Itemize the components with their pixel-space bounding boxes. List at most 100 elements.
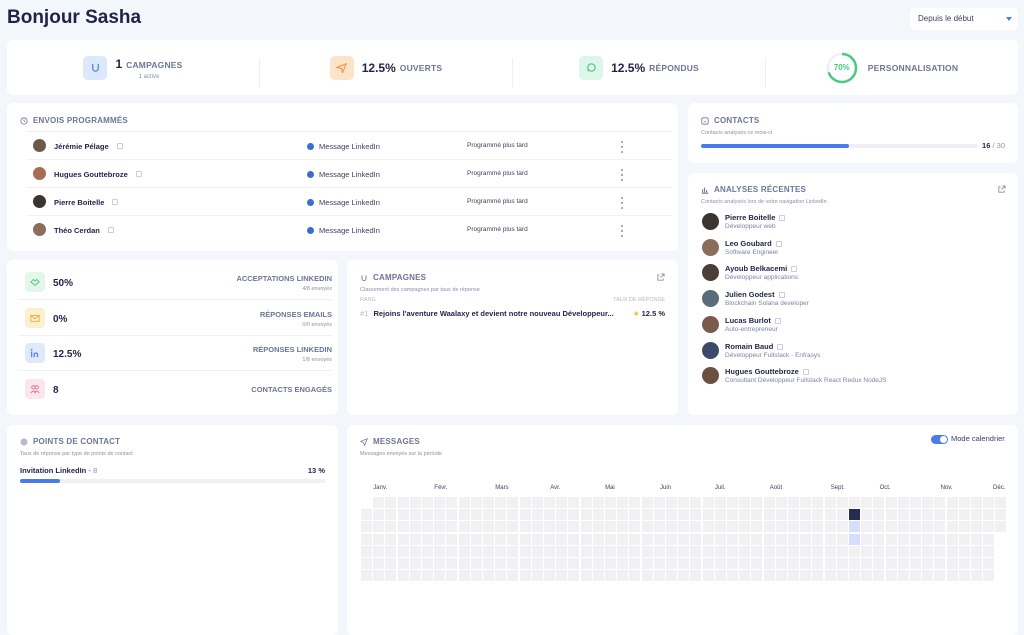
calendar-day-cell[interactable] [971, 533, 982, 545]
calendar-day-cell[interactable] [641, 558, 653, 569]
calendar-day-cell[interactable] [897, 497, 909, 508]
calendar-day-cell[interactable] [678, 497, 690, 508]
calendar-day-cell[interactable] [397, 533, 409, 545]
calendar-day-cell[interactable] [727, 558, 738, 569]
calendar-day-cell[interactable] [422, 521, 433, 533]
calendar-day-cell[interactable] [922, 521, 934, 533]
calendar-day-cell[interactable] [885, 533, 897, 545]
calendar-day-cell[interactable] [373, 509, 385, 521]
external-link-icon[interactable] [791, 266, 798, 273]
calendar-day-cell[interactable] [690, 545, 702, 557]
calendar-day-cell[interactable] [983, 521, 995, 533]
calendar-day-cell[interactable] [446, 545, 458, 557]
calendar-day-cell[interactable] [702, 533, 714, 545]
calendar-day-cell[interactable] [775, 570, 787, 582]
calendar-day-cell[interactable] [666, 521, 677, 533]
external-link-icon[interactable] [656, 273, 665, 282]
more-options-icon[interactable] [620, 169, 624, 181]
calendar-day-cell[interactable] [958, 570, 970, 582]
calendar-day-cell[interactable] [556, 545, 568, 557]
calendar-day-cell[interactable] [580, 533, 592, 545]
external-link-icon[interactable] [108, 227, 114, 233]
calendar-day-cell[interactable] [592, 509, 604, 521]
calendar-day-cell[interactable] [763, 497, 775, 508]
calendar-day-cell[interactable] [763, 509, 775, 521]
calendar-day-cell[interactable] [470, 533, 482, 545]
calendar-day-cell[interactable] [897, 533, 909, 545]
calendar-day-cell[interactable] [946, 558, 958, 569]
calendar-day-cell[interactable] [373, 570, 385, 582]
contact-name[interactable]: Hugues Gouttebroze [725, 367, 799, 376]
calendar-day-cell[interactable] [434, 558, 446, 569]
calendar-day-cell[interactable] [446, 509, 458, 521]
calendar-day-cell[interactable] [690, 497, 702, 508]
calendar-day-cell[interactable] [519, 521, 531, 533]
more-options-icon[interactable] [620, 141, 624, 153]
calendar-day-cell[interactable] [641, 533, 653, 545]
calendar-day-cell[interactable] [727, 533, 738, 545]
calendar-day-cell[interactable] [934, 570, 946, 582]
calendar-day-cell[interactable] [849, 533, 860, 545]
calendar-day-cell[interactable] [568, 497, 580, 508]
calendar-day-cell[interactable] [446, 521, 458, 533]
calendar-day-cell[interactable] [605, 533, 616, 545]
calendar-day-cell[interactable] [507, 545, 519, 557]
calendar-day-cell[interactable] [812, 497, 824, 508]
calendar-day-cell[interactable] [800, 545, 812, 557]
contact-name[interactable]: Pierre Boitelle [725, 213, 775, 222]
contact-name[interactable]: Théo Cerdan [54, 226, 100, 235]
calendar-day-cell[interactable] [775, 533, 787, 545]
external-link-icon[interactable] [775, 240, 782, 247]
calendar-day-cell[interactable] [836, 497, 848, 508]
calendar-day-cell[interactable] [922, 570, 934, 582]
calendar-day-cell[interactable] [751, 570, 763, 582]
calendar-day-cell[interactable] [373, 558, 385, 569]
calendar-day-cell[interactable] [836, 521, 848, 533]
calendar-day-cell[interactable] [739, 570, 751, 582]
calendar-day-cell[interactable] [592, 570, 604, 582]
calendar-day-cell[interactable] [751, 497, 763, 508]
calendar-day-cell[interactable] [397, 570, 409, 582]
calendar-day-cell[interactable] [727, 497, 738, 508]
calendar-day-cell[interactable] [458, 533, 470, 545]
calendar-day-cell[interactable] [849, 558, 860, 569]
calendar-day-cell[interactable] [617, 533, 629, 545]
calendar-day-cell[interactable] [434, 509, 446, 521]
calendar-day-cell[interactable] [800, 570, 812, 582]
calendar-day-cell[interactable] [751, 521, 763, 533]
calendar-day-cell[interactable] [641, 570, 653, 582]
calendar-day-cell[interactable] [495, 509, 507, 521]
calendar-day-cell[interactable] [714, 558, 726, 569]
calendar-day-cell[interactable] [751, 558, 763, 569]
calendar-day-cell[interactable] [361, 570, 372, 582]
calendar-day-cell[interactable] [678, 521, 690, 533]
calendar-day-cell[interactable] [812, 570, 824, 582]
calendar-day-cell[interactable] [592, 545, 604, 557]
calendar-day-cell[interactable] [934, 533, 946, 545]
calendar-day-cell[interactable] [544, 497, 555, 508]
calendar-day-cell[interactable] [385, 521, 397, 533]
calendar-day-cell[interactable] [617, 521, 629, 533]
more-options-icon[interactable] [620, 225, 624, 237]
calendar-day-cell[interactable] [958, 497, 970, 508]
calendar-day-cell[interactable] [702, 497, 714, 508]
calendar-day-cell[interactable] [702, 558, 714, 569]
calendar-day-cell[interactable] [544, 509, 555, 521]
contact-name[interactable]: Leo Goubard [725, 239, 772, 248]
calendar-day-cell[interactable] [531, 533, 543, 545]
calendar-day-cell[interactable] [470, 545, 482, 557]
calendar-day-cell[interactable] [495, 533, 507, 545]
calendar-day-cell[interactable] [714, 509, 726, 521]
calendar-day-cell[interactable] [788, 497, 799, 508]
calendar-day-cell[interactable] [531, 545, 543, 557]
calendar-day-cell[interactable] [556, 497, 568, 508]
calendar-day-cell[interactable] [422, 558, 433, 569]
calendar-day-cell[interactable] [629, 521, 641, 533]
calendar-day-cell[interactable] [971, 558, 982, 569]
calendar-day-cell[interactable] [836, 545, 848, 557]
calendar-day-cell[interactable] [629, 509, 641, 521]
calendar-day-cell[interactable] [580, 545, 592, 557]
calendar-day-cell[interactable] [836, 558, 848, 569]
calendar-day-cell[interactable] [629, 497, 641, 508]
calendar-day-cell[interactable] [788, 558, 799, 569]
